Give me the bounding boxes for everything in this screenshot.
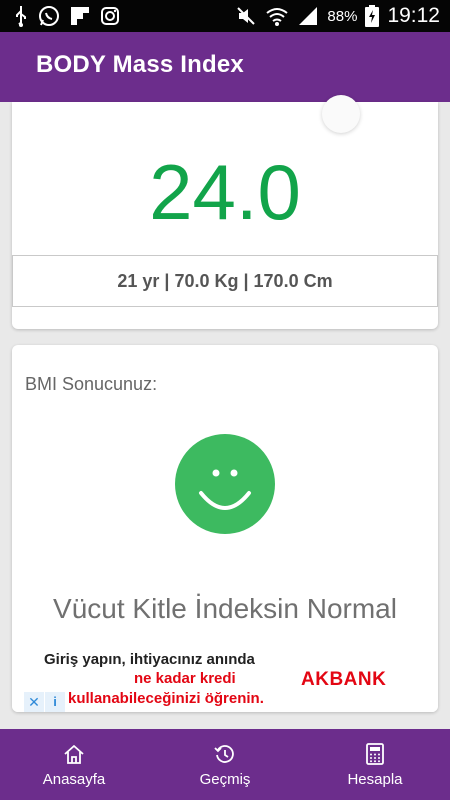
ad-brand-logo: AKBANK bbox=[301, 669, 387, 690]
ad-text-line-1: Giriş yapın, ihtiyacınız anında bbox=[44, 651, 255, 668]
calculator-icon bbox=[366, 743, 384, 765]
ad-text-line-3: kullanabileceğinizi öğrenin. bbox=[68, 690, 264, 707]
wifi-icon bbox=[266, 8, 289, 26]
battery-charging-icon bbox=[365, 5, 380, 27]
user-stats: 21 yr | 70.0 Kg | 170.0 Cm bbox=[117, 271, 333, 291]
ad-text-line-2: ne kadar kredi bbox=[134, 670, 236, 687]
smiley-face-icon bbox=[175, 434, 275, 534]
nav-item-calculate[interactable]: Hesapla bbox=[325, 729, 425, 800]
nav-item-home[interactable]: Anasayfa bbox=[24, 729, 124, 800]
nav-label-home: Anasayfa bbox=[42, 771, 106, 788]
ad-banner[interactable]: Giriş yapın, ihtiyacınız anında ne kadar… bbox=[12, 643, 438, 712]
result-message: Vücut Kitle İndeksin Normal bbox=[53, 593, 397, 624]
bmi-result-card: 24.0 21 yr | 70.0 Kg | 170.0 Cm bbox=[12, 102, 438, 329]
ad-info-icon[interactable]: i bbox=[45, 692, 65, 712]
nav-label-history: Geçmiş bbox=[199, 771, 251, 788]
bmi-value: 24.0 bbox=[149, 148, 301, 236]
bottom-navigation: Anasayfa Geçmiş Hesapla bbox=[0, 729, 450, 800]
status-bar: 88% 19:12 bbox=[0, 0, 450, 32]
app-bar: BODY Mass Index bbox=[0, 32, 450, 102]
whatsapp-icon bbox=[39, 6, 59, 26]
clock: 19:12 bbox=[387, 4, 440, 27]
signal-icon bbox=[299, 7, 318, 25]
history-icon bbox=[214, 745, 234, 763]
instagram-icon bbox=[101, 7, 119, 25]
nav-item-history[interactable]: Geçmiş bbox=[175, 729, 275, 800]
app-title: BODY Mass Index bbox=[36, 51, 244, 78]
app-screen: 88% 19:12 BODY Mass Index 24.0 21 yr | 7… bbox=[0, 0, 450, 800]
ad-close-icon[interactable]: ✕ bbox=[24, 692, 44, 712]
nav-label-calculate: Hesapla bbox=[347, 771, 403, 788]
system-icons: 88% 19:12 bbox=[235, 4, 440, 28]
flipboard-icon bbox=[71, 7, 89, 25]
touch-ripple bbox=[322, 95, 360, 133]
battery-percent: 88% bbox=[327, 7, 358, 25]
mute-icon bbox=[237, 7, 256, 25]
user-stats-box: 21 yr | 70.0 Kg | 170.0 Cm bbox=[12, 255, 438, 307]
result-label: BMI Sonucunuz: bbox=[25, 374, 158, 394]
bmi-detail-card: BMI Sonucunuz: Vücut Kitle İndeksin Norm… bbox=[12, 345, 438, 712]
home-icon bbox=[64, 745, 84, 764]
notification-icons bbox=[14, 5, 120, 27]
usb-icon bbox=[16, 6, 26, 27]
